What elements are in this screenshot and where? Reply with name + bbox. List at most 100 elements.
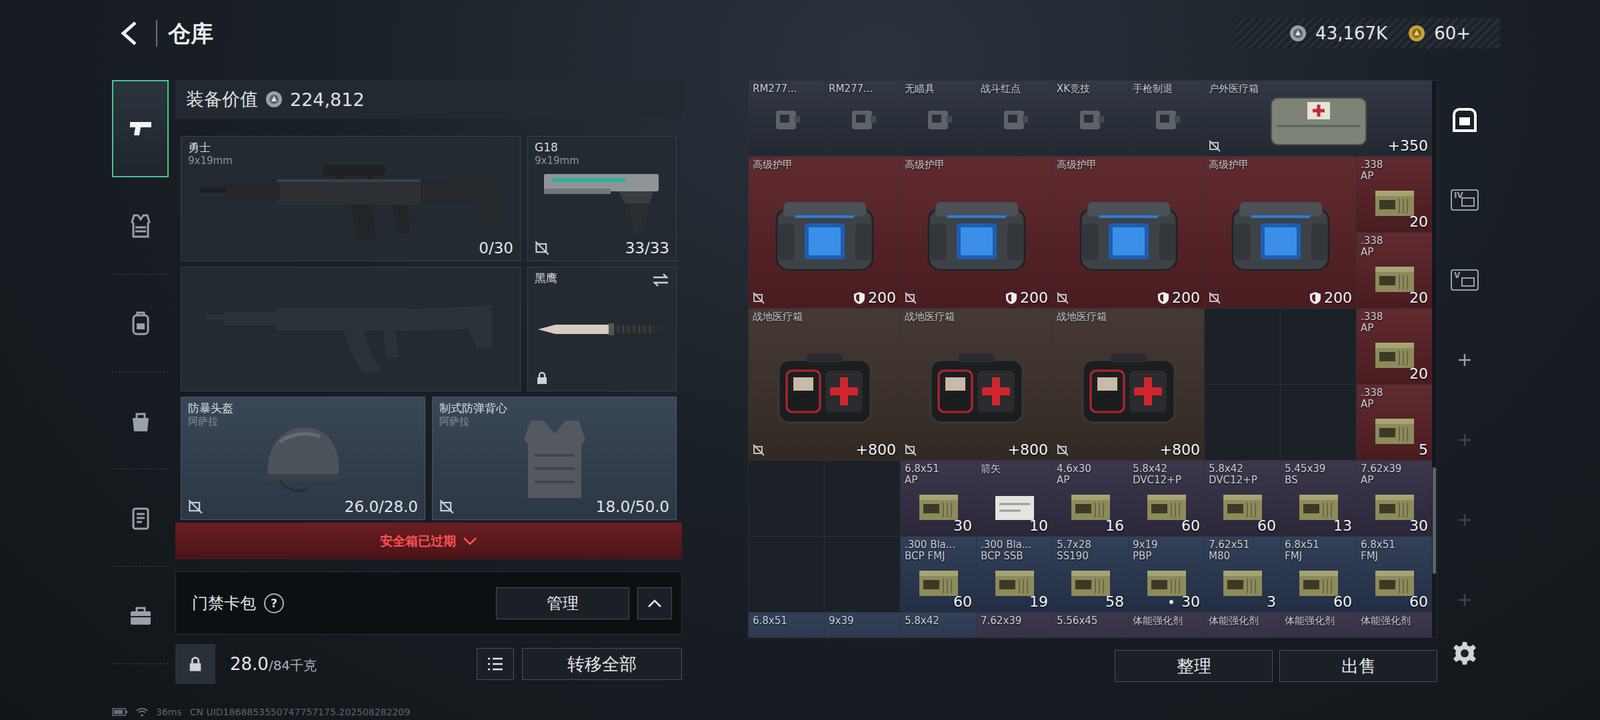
storage-tab[interactable] (1444, 400, 1486, 480)
empty-slot[interactable] (1280, 384, 1356, 460)
inventory-item[interactable]: .338AP20 (1356, 308, 1432, 384)
inventory-item[interactable]: 体能强化剂 (1280, 612, 1356, 638)
inventory-item[interactable]: 战斗红点 (976, 80, 1052, 156)
inventory-item[interactable]: 7.62x39AP30 (1356, 460, 1432, 536)
no-trade-icon (904, 292, 917, 304)
inventory-item[interactable]: .338AP5 (1356, 384, 1432, 460)
equipment-slot[interactable]: 勇士9x19mm0/30 (180, 136, 521, 262)
inventory-item[interactable]: 高级护甲200 (1052, 156, 1204, 308)
storage-tab[interactable] (1444, 640, 1486, 667)
empty-slot[interactable] (1204, 384, 1280, 460)
equipment-slot[interactable]: 防暴头盔阿萨拉26.0/28.0 (180, 396, 426, 520)
inventory-item[interactable]: 体能强化剂 (1356, 612, 1432, 638)
category-tab[interactable] (112, 80, 169, 178)
equipment-slot[interactable]: G189x19mm33/33 (527, 136, 677, 262)
inventory-item[interactable]: .338AP20 (1356, 156, 1432, 232)
button[interactable]: 管理 (496, 587, 630, 620)
item-type: DVC12+P (1132, 474, 1200, 486)
empty-slot[interactable] (748, 460, 824, 536)
inventory-item[interactable]: RM277... (824, 80, 900, 156)
equipment-slot[interactable] (180, 266, 521, 392)
plus-icon (1456, 512, 1473, 528)
medkit-picture (1078, 350, 1179, 426)
inventory-item[interactable]: 5.45x39BS13 (1280, 460, 1356, 536)
inventory-item[interactable]: 高级护甲200 (900, 156, 1052, 308)
empty-slot[interactable] (824, 536, 900, 612)
storage-tab[interactable] (1444, 560, 1486, 640)
inventory-item[interactable]: 高级护甲200 (1204, 156, 1356, 308)
storage-tab[interactable]: V (1444, 240, 1486, 320)
equipment-slot[interactable]: 制式防弹背心阿萨拉18.0/50.0 (432, 396, 677, 520)
safe-box-status[interactable]: 安全箱已过期 (175, 522, 682, 560)
inventory-item[interactable]: 手枪制退 (1128, 80, 1204, 156)
item-count: +800 (1160, 441, 1200, 458)
plus-icon (1456, 352, 1473, 368)
item-count: 30 (1169, 593, 1200, 610)
category-tab[interactable] (112, 469, 169, 567)
inventory-item[interactable]: XK竞技 (1052, 80, 1128, 156)
storage-tab[interactable] (1444, 320, 1486, 400)
empty-slot[interactable] (1204, 308, 1280, 384)
inventory-item[interactable]: 户外医疗箱+350 (1204, 80, 1432, 156)
empty-slot[interactable] (824, 460, 900, 536)
inventory-item[interactable]: 5.8x42 (900, 612, 976, 638)
inventory-item[interactable]: 6.8x51FMJ60 (1280, 536, 1356, 612)
button[interactable]: 整理 (1114, 650, 1273, 682)
item-name: 体能强化剂 (1208, 615, 1276, 627)
inventory-item[interactable]: 5.8x42DVC12+P60 (1204, 460, 1280, 536)
inventory-item[interactable]: 无瞄具 (900, 80, 976, 156)
inventory-item[interactable]: 7.62x39 (976, 612, 1052, 638)
storage-tab[interactable] (1444, 480, 1486, 560)
category-tab[interactable] (112, 177, 169, 275)
bag-icon (127, 407, 154, 434)
storage-tab[interactable] (1444, 80, 1486, 160)
inventory-item[interactable]: 5.8x42DVC12+P60 (1128, 460, 1204, 536)
wifi-icon (136, 707, 148, 717)
inventory-item[interactable]: 战地医疗箱+800 (900, 308, 1052, 460)
button[interactable] (637, 587, 672, 620)
inventory-item[interactable]: RM277... (748, 80, 824, 156)
ammo-box-picture (1146, 493, 1188, 522)
inventory-item[interactable]: 5.7x28SS19058 (1052, 536, 1128, 612)
inventory-item[interactable]: 战地医疗箱+800 (1052, 308, 1204, 460)
inventory-item[interactable]: 4.6x30AP16 (1052, 460, 1128, 536)
equipment-slot[interactable]: 黑鹰 (527, 266, 677, 392)
inventory-item[interactable]: 体能强化剂 (1204, 612, 1280, 638)
inventory-item[interactable]: 9x39 (824, 612, 900, 638)
empty-slot[interactable] (1280, 308, 1356, 384)
inventory-item[interactable]: 6.8x51AP30 (900, 460, 976, 536)
button[interactable] (476, 648, 514, 680)
help-button[interactable]: ? (264, 593, 284, 614)
item-name: 无瞄具 (904, 83, 972, 95)
inventory-item[interactable]: 9x19PBP30 (1128, 536, 1204, 612)
inventory-item[interactable]: .300 Bla...BCP SSB19 (976, 536, 1052, 612)
empty-slot[interactable] (748, 536, 824, 612)
category-tab[interactable] (112, 566, 169, 664)
scroll-thumb[interactable] (1432, 467, 1436, 574)
back-button[interactable] (114, 16, 144, 50)
wallet: 43,167K60+ (1235, 18, 1500, 49)
item-type: AP (1360, 246, 1428, 258)
equipment-panel: 装备价值224,812勇士9x19mm0/30G189x19mm33/33黑鹰防… (175, 80, 682, 704)
ammo-box-picture (1146, 569, 1188, 598)
inventory-item[interactable]: 6.8x51 (748, 612, 824, 638)
category-tab[interactable] (112, 372, 169, 470)
button[interactable]: 出售 (1279, 650, 1438, 682)
item-name: 箭矢 (980, 463, 1048, 475)
category-tab[interactable] (112, 274, 169, 372)
inventory-item[interactable]: 5.56x45 (1052, 612, 1128, 638)
inventory-item[interactable]: 箭矢10 (976, 460, 1052, 536)
item-name: 7.62x51 (1208, 539, 1276, 551)
scrollbar[interactable] (1432, 80, 1437, 638)
inventory-item[interactable]: 体能强化剂 (1128, 612, 1204, 638)
inventory-item[interactable]: 高级护甲200 (748, 156, 900, 308)
item-name: 6.8x51 (1284, 539, 1352, 551)
storage-tab[interactable]: IV (1444, 160, 1486, 240)
inventory-item[interactable]: 战地医疗箱+800 (748, 308, 900, 460)
inventory-item[interactable]: 6.8x51FMJ60 (1356, 536, 1432, 612)
safe-box-label: 安全箱已过期 (380, 532, 456, 550)
button[interactable]: 转移全部 (522, 648, 682, 680)
inventory-item[interactable]: .300 Bla...BCP FMJ60 (900, 536, 976, 612)
inventory-item[interactable]: .338AP20 (1356, 232, 1432, 308)
inventory-item[interactable]: 7.62x51M803 (1204, 536, 1280, 612)
